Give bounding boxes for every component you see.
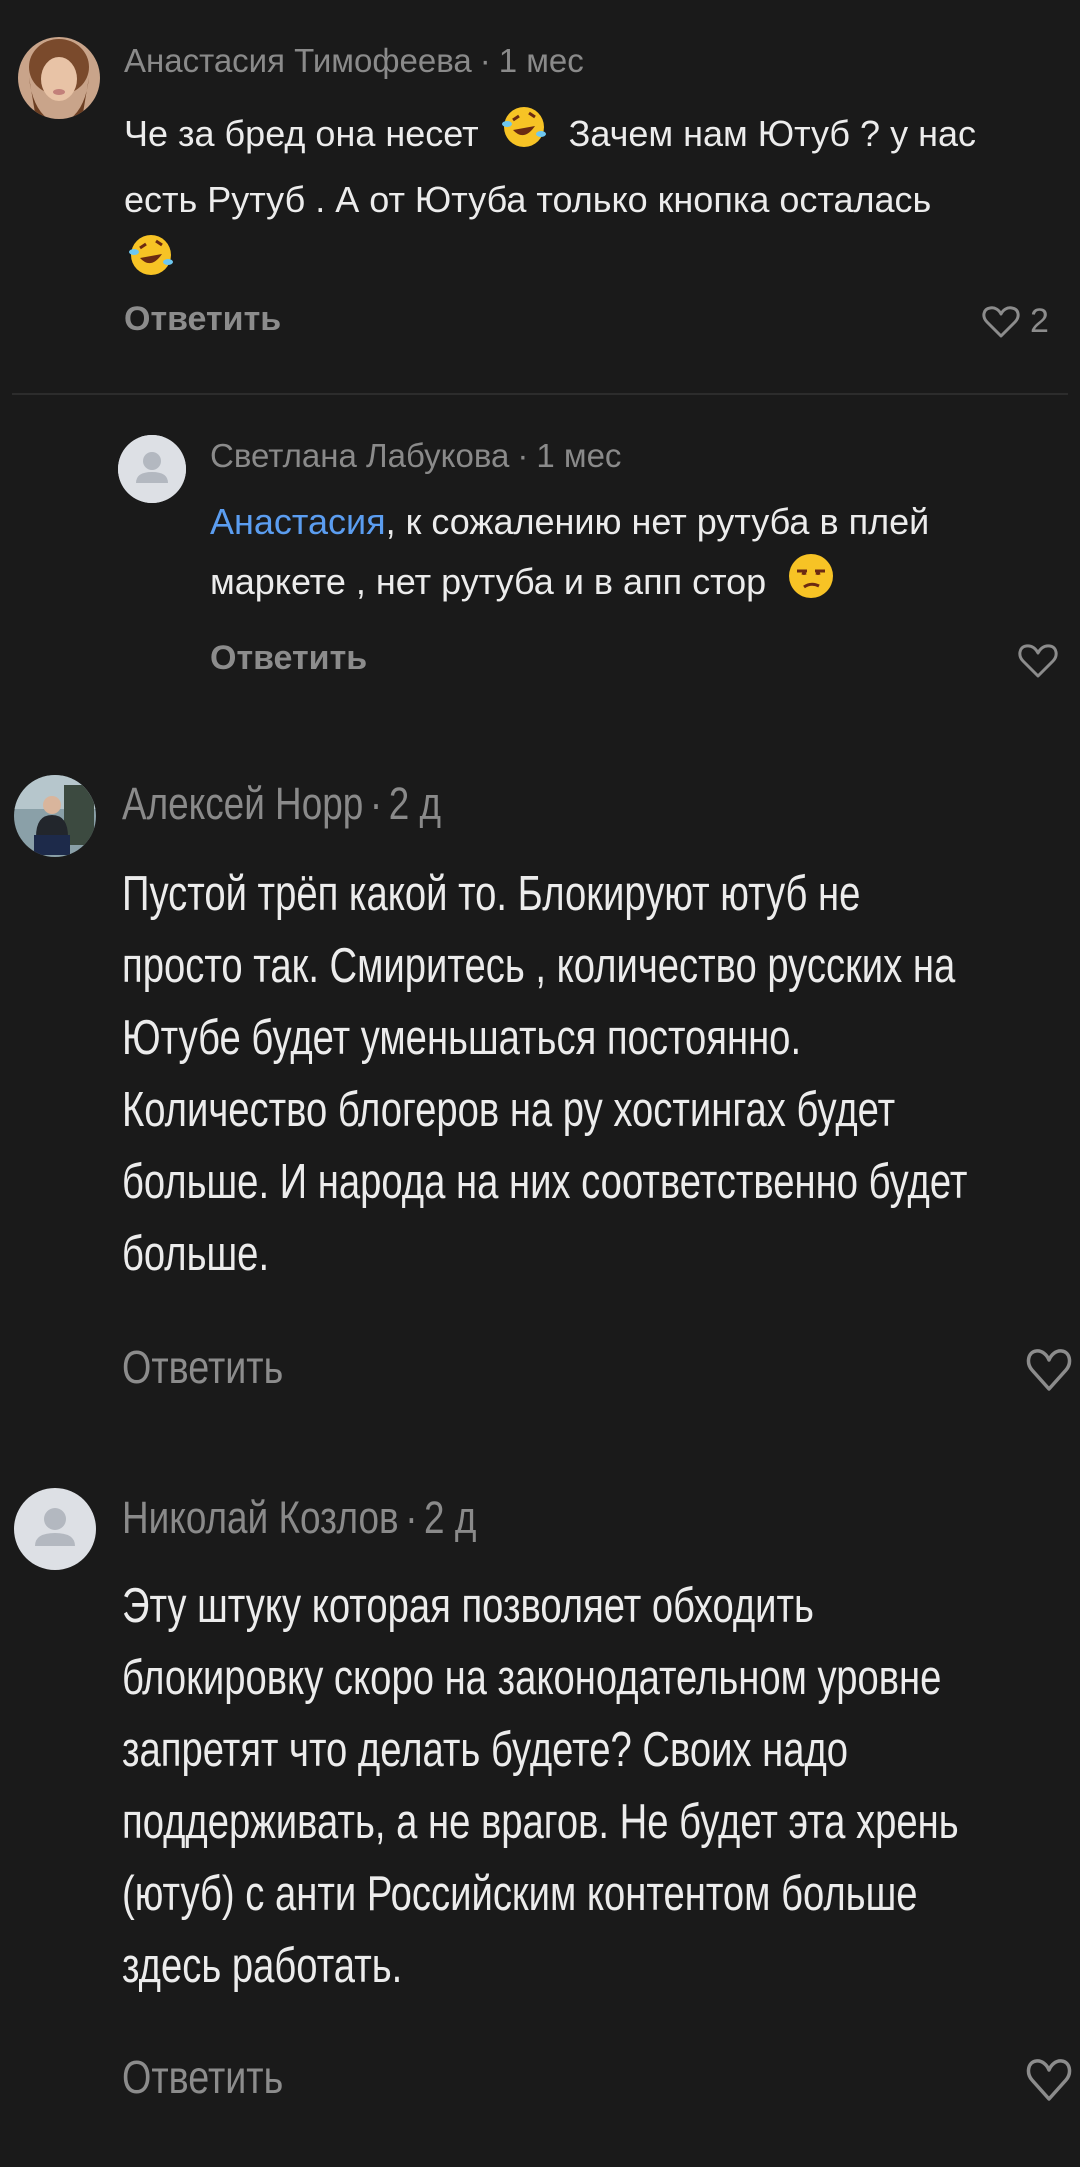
- mention-link[interactable]: Анастасия: [210, 501, 386, 542]
- like-button[interactable]: 2: [982, 302, 1049, 341]
- comment-time: 1 мес: [498, 42, 584, 79]
- comment-meta: Николай Козлов · 2 д: [122, 1492, 477, 1543]
- comment-line: просто так. Смиритесь , количество русск…: [122, 939, 956, 993]
- heart-icon: [982, 305, 1020, 339]
- comment-meta: Алексей Норр · 2 д: [122, 778, 442, 829]
- reply-button[interactable]: Ответить: [210, 639, 367, 678]
- comment-text-part: есть Рутуб . А от Ютуба только кнопка ос…: [124, 178, 932, 220]
- comment-svetlana-reply: Светлана Лабукова · 1 мес Анастасия, к сож…: [0, 395, 1080, 695]
- comment-time: 1 мес: [536, 437, 622, 474]
- comment-time: 2 д: [424, 1492, 477, 1543]
- comment-line: Ютубе будет уменьшаться постоянно.: [122, 1011, 802, 1065]
- rolling-on-floor-laughing-emoji: [499, 104, 549, 169]
- comment-line: Пустой трёп какой то. Блокируют ютуб не: [122, 867, 861, 921]
- like-button[interactable]: [1026, 2058, 1072, 2102]
- comment-text: Эту штуку которая позволяет обходить бло…: [122, 1570, 959, 2002]
- like-button[interactable]: [1018, 643, 1058, 679]
- comment-nikolay: Николай Козлов · 2 д Эту штуку которая поз…: [0, 1410, 1080, 2167]
- like-button[interactable]: [1026, 1348, 1072, 1392]
- unamused-face-emoji: [786, 551, 836, 618]
- heart-icon: [1026, 2058, 1072, 2102]
- heart-icon: [1018, 643, 1058, 679]
- comment-text: Пустой трёп какой то. Блокируют ютуб не …: [122, 858, 967, 1290]
- comment-line: поддерживать, а не врагов. Не будет эта …: [122, 1795, 959, 1849]
- avatar[interactable]: [118, 435, 186, 503]
- reply-button[interactable]: Ответить: [122, 1340, 283, 1394]
- avatar[interactable]: [14, 775, 96, 857]
- comment-alexey: Алексей Норр · 2 д Пустой трёп какой то. Б…: [0, 700, 1080, 1400]
- avatar[interactable]: [18, 37, 100, 119]
- author-name[interactable]: Светлана Лабукова: [210, 437, 509, 474]
- comment-text-part: , к сожалению нет рутуба в плей: [385, 501, 930, 542]
- comment-text: Анастасия, к сожалению нет рутуба в плей…: [210, 493, 929, 618]
- comment-time: 2 д: [388, 778, 442, 829]
- comment-meta: Светлана Лабукова · 1 мес: [210, 437, 622, 474]
- author-name[interactable]: Алексей Норр: [122, 778, 363, 829]
- comment-line: Эту штуку которая позволяет обходить: [122, 1579, 814, 1633]
- comment-line: Количество блогеров на ру хостингах буде…: [122, 1083, 896, 1137]
- reply-button[interactable]: Ответить: [124, 300, 281, 339]
- comment-line: блокировку скоро на законодательном уров…: [122, 1651, 942, 1705]
- comment-text-part: Че за бред она несет: [124, 113, 479, 154]
- author-name[interactable]: Николай Козлов: [122, 1492, 399, 1543]
- comment-meta: Анастасия Тимофеева · 1 мес: [124, 42, 584, 79]
- comment-line: (ютуб) с анти Российским контентом больш…: [122, 1867, 918, 1921]
- comment-line: больше. И народа на них соответственно б…: [122, 1155, 968, 1209]
- comment-anastasia: Анастасия Тимофеева · 1 мес Че за бред она…: [0, 0, 1080, 395]
- heart-icon: [1026, 1348, 1072, 1392]
- comment-line: здесь работать.: [122, 1939, 403, 1993]
- comment-line: запретят что делать будете? Своих надо: [122, 1723, 849, 1777]
- comment-line: больше.: [122, 1227, 270, 1281]
- comment-text: Че за бред она несет Зачем нам Ютуб ? у …: [124, 103, 976, 297]
- avatar[interactable]: [14, 1488, 96, 1570]
- reply-button[interactable]: Ответить: [122, 2050, 283, 2104]
- like-count: 2: [1030, 302, 1049, 340]
- rolling-on-floor-laughing-emoji: [126, 232, 176, 297]
- author-name[interactable]: Анастасия Тимофеева: [124, 42, 472, 79]
- comment-text-part: маркете , нет рутуба и в апп стор: [210, 561, 767, 603]
- comment-text-part: Зачем нам Ютуб ? у нас: [568, 113, 976, 154]
